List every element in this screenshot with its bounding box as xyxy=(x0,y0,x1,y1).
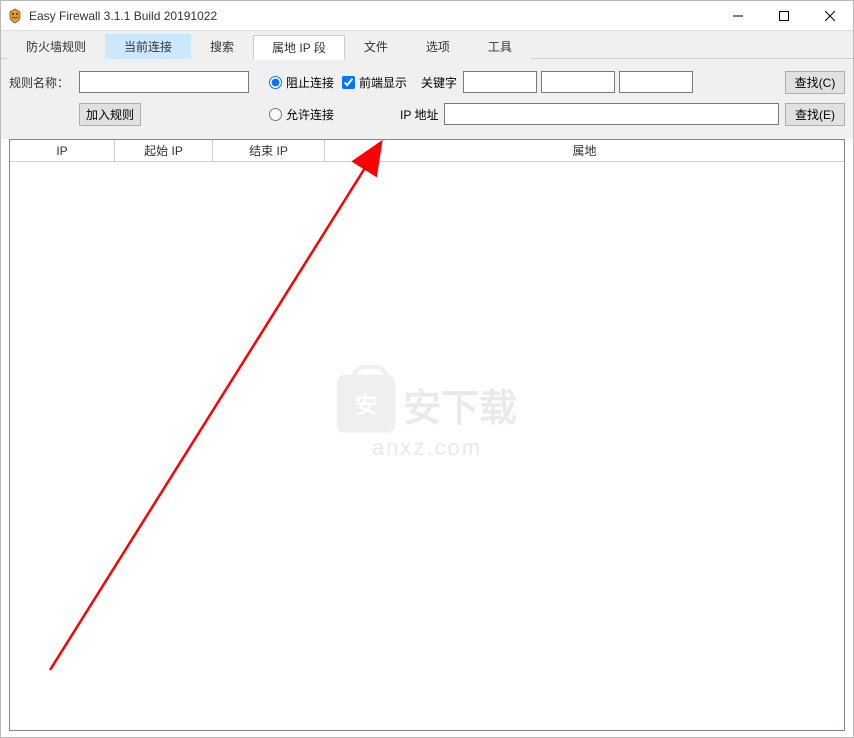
ip-address-label: IP 地址 xyxy=(400,106,438,123)
search-e-button[interactable]: 查找(E) xyxy=(785,103,845,126)
tab-tools[interactable]: 工具 xyxy=(469,34,531,59)
tab-search[interactable]: 搜索 xyxy=(191,34,253,59)
tab-file[interactable]: 文件 xyxy=(345,34,407,59)
app-icon xyxy=(7,8,23,24)
tab-location-ip-range[interactable]: 属地 IP 段 xyxy=(253,35,345,60)
column-header-ip[interactable]: IP xyxy=(10,140,115,161)
keyword-input-2[interactable] xyxy=(541,71,615,93)
radio-block-input[interactable] xyxy=(269,76,282,89)
keyword-input-3[interactable] xyxy=(619,71,693,93)
watermark-bag-icon: 安 xyxy=(337,375,395,433)
maximize-button[interactable] xyxy=(761,1,807,31)
checkbox-front-input[interactable] xyxy=(342,76,355,89)
tab-firewall-rules[interactable]: 防火墙规则 xyxy=(7,34,105,59)
column-header-location[interactable]: 属地 xyxy=(325,140,844,161)
minimize-button[interactable] xyxy=(715,1,761,31)
annotation-arrow xyxy=(10,140,845,730)
watermark-sub-text: anxz.com xyxy=(372,435,482,461)
ip-range-table: IP 起始 IP 结束 IP 属地 安 安下载 anxz.com xyxy=(9,139,845,731)
radio-allow-input[interactable] xyxy=(269,108,282,121)
tab-current-connections[interactable]: 当前连接 xyxy=(105,34,191,59)
add-rule-button[interactable]: 加入规则 xyxy=(79,103,141,126)
radio-allow-connection[interactable]: 允许连接 xyxy=(269,106,334,123)
keyword-input-1[interactable] xyxy=(463,71,537,93)
column-header-start-ip[interactable]: 起始 IP xyxy=(115,140,213,161)
ip-address-input[interactable] xyxy=(444,103,779,125)
watermark-main-text: 安下载 xyxy=(403,376,517,431)
keyword-label: 关键字 xyxy=(421,74,457,91)
close-button[interactable] xyxy=(807,1,853,31)
window-title: Easy Firewall 3.1.1 Build 20191022 xyxy=(29,9,715,23)
rule-name-input[interactable] xyxy=(79,71,249,93)
column-header-end-ip[interactable]: 结束 IP xyxy=(213,140,325,161)
tab-options[interactable]: 选项 xyxy=(407,34,469,59)
watermark: 安 安下载 anxz.com xyxy=(337,375,517,461)
tab-bar: 防火墙规则 当前连接 搜索 属地 IP 段 文件 选项 工具 xyxy=(1,31,853,59)
radio-block-connection[interactable]: 阻止连接 xyxy=(269,74,334,91)
search-c-button[interactable]: 查找(C) xyxy=(785,71,845,94)
rule-name-label: 规则名称： xyxy=(9,74,79,91)
checkbox-front-display[interactable]: 前端显示 xyxy=(342,74,407,91)
